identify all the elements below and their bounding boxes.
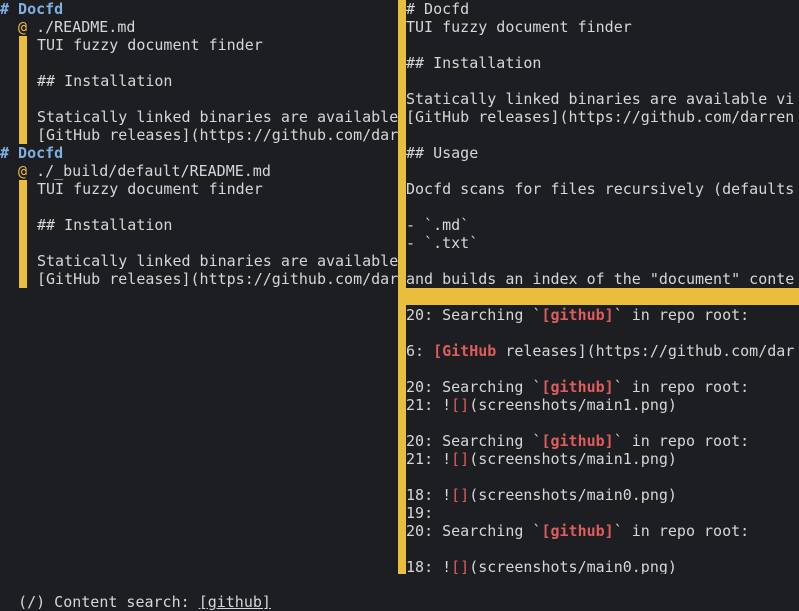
result-highlight-bar bbox=[19, 36, 27, 144]
search-match: [GitHub bbox=[433, 342, 497, 360]
result-line: [GitHub releases](https://github.com/dar bbox=[37, 270, 398, 288]
document-title: # Docfd bbox=[0, 0, 64, 18]
search-result-line[interactable]: 20: Searching `[github]` in repo root: bbox=[406, 432, 749, 450]
line-number: 20 bbox=[406, 378, 425, 396]
search-result-line[interactable]: 21: ![](screenshots/main1.png) bbox=[406, 450, 677, 468]
result-line: Statically linked binaries are available bbox=[37, 108, 398, 126]
search-match: [github] bbox=[541, 378, 614, 396]
search-match: [] bbox=[451, 450, 470, 468]
result-line: ## Installation bbox=[37, 216, 173, 234]
result-line: TUI fuzzy document finder bbox=[37, 36, 263, 54]
result-highlight-bar bbox=[19, 180, 27, 288]
preview-line: ## Usage bbox=[406, 144, 479, 162]
document-path-row: @ ./README.md bbox=[18, 18, 135, 36]
line-number: 20 bbox=[406, 432, 425, 450]
preview-pane[interactable]: # Docfd TUI fuzzy document finder ## Ins… bbox=[398, 0, 799, 574]
status-label: (/) Content search: bbox=[18, 593, 199, 611]
document-path: ./README.md bbox=[36, 18, 136, 36]
line-number: 18 bbox=[406, 558, 425, 574]
search-result-line[interactable]: 20: Searching `[github]` in repo root: bbox=[406, 306, 749, 324]
search-result-line[interactable]: 20: Searching `[github]` in repo root: bbox=[406, 378, 749, 396]
preview-line: - `.md` bbox=[406, 216, 470, 234]
search-match: [] bbox=[451, 396, 470, 414]
search-match: [github] bbox=[541, 522, 614, 540]
search-result-line[interactable]: 19: bbox=[406, 504, 433, 522]
line-number: 20 bbox=[406, 522, 425, 540]
line-number: 21 bbox=[406, 450, 425, 468]
search-match: [] bbox=[451, 558, 470, 574]
search-result-line[interactable]: 18: ![](screenshots/main0.png) bbox=[406, 558, 677, 574]
preview-line: and builds an index of the "document" co… bbox=[406, 270, 795, 288]
search-match: [github] bbox=[541, 432, 614, 450]
result-line: TUI fuzzy document finder bbox=[37, 180, 263, 198]
preview-line: Statically linked binaries are available… bbox=[406, 90, 795, 108]
search-result-line[interactable]: 20: Searching `[github]` in repo root: bbox=[406, 522, 749, 540]
search-result-line[interactable]: 6: [GitHub releases](https://github.com/… bbox=[406, 342, 794, 360]
search-match: [github] bbox=[541, 306, 614, 324]
preview-line: [GitHub releases](https://github.com/dar… bbox=[406, 108, 795, 126]
result-line: ## Installation bbox=[37, 72, 173, 90]
line-number: 18 bbox=[406, 486, 425, 504]
status-bar: (/) Content search: [github] bbox=[0, 575, 799, 611]
search-match: [] bbox=[451, 486, 470, 504]
document-title: # Docfd bbox=[0, 144, 64, 162]
line-number: 6 bbox=[406, 342, 416, 360]
line-number: 19 bbox=[406, 504, 425, 522]
result-line: Statically linked binaries are available bbox=[37, 252, 398, 270]
line-number: 20 bbox=[406, 306, 425, 324]
preview-separator bbox=[406, 288, 799, 305]
document-list-pane[interactable]: # Docfd @ ./README.md TUI fuzzy document… bbox=[0, 0, 398, 574]
preview-line: # Docfd bbox=[406, 0, 470, 18]
at-icon: @ bbox=[18, 18, 28, 36]
preview-line: - `.txt` bbox=[406, 234, 479, 252]
search-result-line[interactable]: 18: ![](screenshots/main0.png) bbox=[406, 486, 677, 504]
search-result-line[interactable]: 21: ![](screenshots/main1.png) bbox=[406, 396, 677, 414]
result-line: [GitHub releases](https://github.com/dar bbox=[37, 126, 398, 144]
line-number: 21 bbox=[406, 396, 425, 414]
document-path-row: @ ./_build/default/README.md bbox=[18, 162, 271, 180]
document-path: ./_build/default/README.md bbox=[36, 162, 271, 180]
at-icon: @ bbox=[18, 162, 28, 180]
preview-line: ## Installation bbox=[406, 54, 542, 72]
preview-accent-bar bbox=[398, 0, 406, 574]
search-input[interactable]: [github] bbox=[199, 593, 271, 611]
preview-line: TUI fuzzy document finder bbox=[406, 18, 632, 36]
preview-line: Docfd scans for files recursively (defau… bbox=[406, 180, 795, 198]
